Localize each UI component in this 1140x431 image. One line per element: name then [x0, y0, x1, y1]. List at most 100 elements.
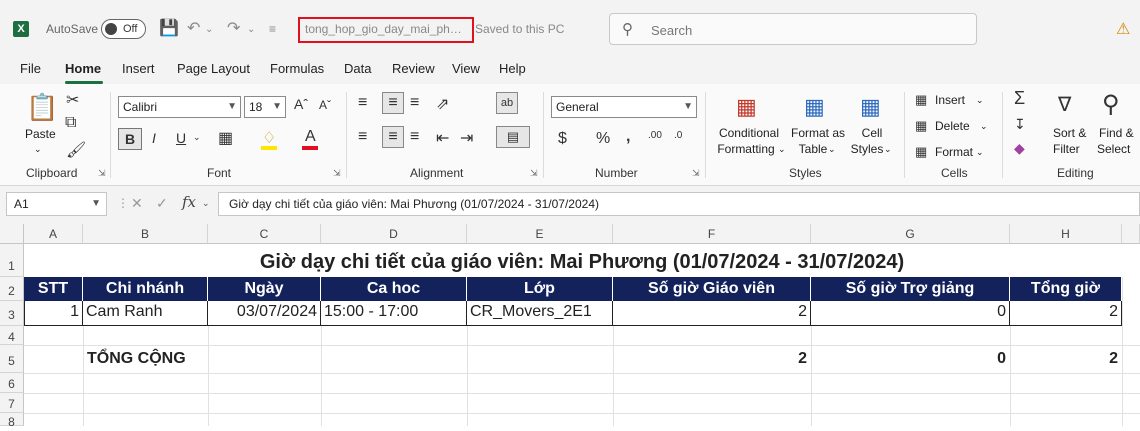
tab-data[interactable]: Data — [344, 61, 371, 76]
find-select-label-1[interactable]: Find & — [1099, 125, 1134, 141]
enter-icon[interactable]: ✓ — [156, 195, 168, 212]
align-top-icon[interactable]: ≡ — [358, 94, 367, 112]
formula-input[interactable]: Giờ dạy chi tiết của giáo viên: Mai Phươ… — [218, 192, 1140, 216]
undo-icon[interactable]: ↶ — [187, 18, 200, 38]
increase-indent-icon[interactable]: ⇥ — [460, 128, 473, 148]
clipboard-launcher-icon[interactable]: ⇲ — [98, 168, 106, 179]
header-teacher-hours[interactable]: Số giờ Giáo viên — [613, 277, 811, 301]
column-header-a[interactable]: A — [24, 224, 83, 244]
increase-font-icon[interactable]: Aˆ — [294, 96, 308, 112]
bold-button[interactable]: B — [118, 128, 142, 150]
insert-function-icon[interactable]: fx — [182, 193, 196, 211]
undo-dropdown-icon[interactable]: ⌄ — [205, 24, 213, 35]
paste-button[interactable]: Paste — [25, 126, 56, 142]
cancel-icon[interactable]: ✕ — [131, 195, 143, 212]
row-header-3[interactable]: 3 — [0, 301, 24, 326]
column-header-d[interactable]: D — [321, 224, 467, 244]
format-as-table-label-2[interactable]: Table — [796, 141, 830, 157]
total-sum-hours[interactable]: 2 — [1011, 348, 1121, 372]
file-name[interactable]: tong_hop_gio_day_mai_phu... — [305, 22, 465, 36]
wrap-text-icon[interactable]: ab — [496, 92, 518, 114]
chevron-down-icon[interactable]: ⌄ — [778, 141, 786, 157]
fill-color-icon[interactable]: ♢ — [262, 128, 276, 148]
currency-button[interactable]: $ — [558, 130, 567, 148]
header-shift[interactable]: Ca hoc — [321, 277, 467, 301]
cell-styles-label-2[interactable]: Styles — [850, 141, 884, 157]
comma-style-icon[interactable]: , — [626, 128, 630, 146]
cell-total-hours[interactable]: 2 — [1010, 301, 1122, 326]
tab-formulas[interactable]: Formulas — [270, 61, 324, 76]
clear-icon[interactable]: ◆ — [1014, 140, 1025, 157]
fill-icon[interactable]: ↧ — [1014, 116, 1026, 133]
tab-review[interactable]: Review — [392, 61, 435, 76]
tab-page-layout[interactable]: Page Layout — [177, 61, 250, 76]
redo-dropdown-icon[interactable]: ⌄ — [247, 24, 255, 35]
tab-home[interactable]: Home — [65, 61, 101, 76]
underline-button[interactable]: U — [176, 130, 186, 146]
italic-button[interactable]: I — [152, 130, 156, 146]
customize-toolbar-icon[interactable]: ≡ — [269, 22, 276, 36]
sort-filter-label-2[interactable]: Filter — [1053, 141, 1080, 157]
font-launcher-icon[interactable]: ⇲ — [333, 168, 341, 179]
paste-dropdown-icon[interactable]: ⌄ — [34, 141, 42, 157]
increase-decimal-icon[interactable]: .00 — [648, 130, 662, 141]
select-all-corner[interactable] — [0, 224, 24, 244]
tab-file[interactable]: File — [20, 61, 41, 76]
align-bottom-icon[interactable]: ≡ — [410, 94, 419, 112]
alignment-launcher-icon[interactable]: ⇲ — [530, 168, 538, 179]
format-cells-icon[interactable]: ▦ — [915, 144, 927, 160]
font-name-select[interactable]: Calibri ▼ — [118, 96, 241, 118]
column-header-c[interactable]: C — [208, 224, 321, 244]
tab-view[interactable]: View — [452, 61, 480, 76]
format-as-table-label-1[interactable]: Format as — [790, 125, 846, 141]
chevron-down-icon[interactable]: ⌄ — [202, 198, 210, 209]
percent-button[interactable]: % — [596, 130, 610, 148]
total-teacher-hours[interactable]: 2 — [614, 348, 810, 372]
decrease-decimal-icon[interactable]: .0 — [674, 130, 682, 141]
cell-branch[interactable]: Cam Ranh — [83, 301, 208, 326]
align-middle-icon[interactable]: ≡ — [382, 92, 404, 114]
number-launcher-icon[interactable]: ⇲ — [692, 168, 700, 179]
warning-icon[interactable]: ⚠ — [1116, 19, 1130, 39]
cell-teacher-hours[interactable]: 2 — [613, 301, 811, 326]
chevron-down-icon[interactable]: ⌄ — [976, 144, 984, 160]
sort-filter-label-1[interactable]: Sort & — [1053, 125, 1086, 141]
cell-styles-icon[interactable]: ▦ — [860, 94, 881, 120]
column-header-f[interactable]: F — [613, 224, 811, 244]
cell-assistant-hours[interactable]: 0 — [811, 301, 1010, 326]
cell-class[interactable]: CR_Movers_2E1 — [467, 301, 613, 326]
copy-icon[interactable]: ⧉ — [65, 114, 76, 132]
cell-stt[interactable]: 1 — [24, 301, 83, 326]
find-select-label-2[interactable]: Select — [1097, 141, 1130, 157]
header-assistant-hours[interactable]: Số giờ Trợ giảng — [811, 277, 1010, 301]
chevron-down-icon[interactable]: ⌄ — [976, 92, 984, 108]
column-header-h[interactable]: H — [1010, 224, 1122, 244]
autosum-icon[interactable]: Σ — [1014, 88, 1025, 109]
chevron-down-icon[interactable]: ⌄ — [884, 141, 892, 157]
row-header-8[interactable]: 8 — [0, 413, 24, 429]
header-class[interactable]: Lớp — [467, 277, 613, 301]
row-header-5[interactable]: 5 — [0, 345, 24, 373]
name-box[interactable]: A1 ▼ — [6, 192, 107, 216]
format-painter-icon[interactable]: 🖌 — [66, 140, 86, 160]
font-size-select[interactable]: 18 ▼ — [244, 96, 286, 118]
column-header-e[interactable]: E — [467, 224, 613, 244]
align-left-icon[interactable]: ≡ — [358, 128, 367, 146]
row-header-1[interactable]: 1 — [0, 244, 24, 277]
redo-icon[interactable]: ↷ — [227, 18, 240, 38]
chevron-down-icon[interactable]: ⌄ — [980, 118, 988, 134]
paste-icon[interactable]: 📋 — [26, 92, 58, 123]
header-branch[interactable]: Chi nhánh — [83, 277, 208, 301]
find-select-icon[interactable]: ⚲ — [1102, 90, 1120, 119]
format-as-table-icon[interactable]: ▦ — [804, 94, 825, 120]
orientation-icon[interactable]: ⇗ — [436, 94, 449, 114]
cut-icon[interactable]: ✂ — [66, 90, 79, 110]
total-label[interactable]: TỔNG CỘNG — [84, 348, 207, 372]
column-header-next[interactable] — [1122, 224, 1140, 244]
row-header-2[interactable]: 2 — [0, 277, 24, 301]
chevron-down-icon[interactable]: ⌄ — [828, 141, 836, 157]
conditional-formatting-icon[interactable]: ▦ — [736, 94, 757, 120]
tab-insert[interactable]: Insert — [122, 61, 155, 76]
underline-dropdown-icon[interactable]: ⌄ — [193, 132, 201, 143]
total-assistant-hours[interactable]: 0 — [812, 348, 1009, 372]
